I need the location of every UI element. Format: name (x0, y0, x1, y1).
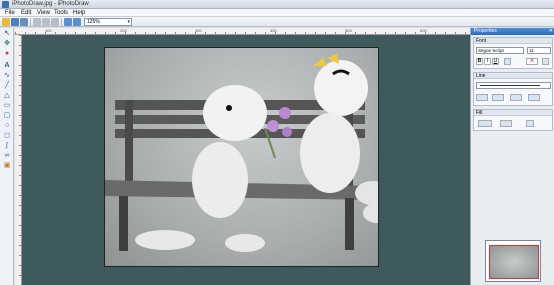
text-style-icon[interactable] (542, 58, 549, 65)
ruler-label: 200 (120, 28, 127, 33)
redo-icon[interactable] (73, 18, 81, 26)
font-family-value: Segoe Script (478, 48, 504, 53)
ruler-label: 100 (45, 28, 52, 33)
horizontal-ruler (15, 28, 470, 35)
font-size-value: 11 (529, 48, 534, 53)
copy-icon[interactable] (42, 18, 50, 26)
bold-button[interactable]: B (476, 58, 483, 65)
figure-leg (363, 203, 378, 223)
menu-tools[interactable]: Tools (54, 10, 68, 16)
line-section-title[interactable]: Line (474, 73, 552, 79)
app-icon (2, 1, 9, 8)
italic-button[interactable]: I (484, 58, 491, 65)
toolbar-separator (61, 18, 62, 26)
flower (267, 120, 279, 132)
menu-help[interactable]: Help (73, 10, 85, 16)
ruler-label: 600 (420, 28, 427, 33)
underline-button[interactable]: U (492, 58, 499, 65)
figure-head (203, 85, 267, 141)
text-tool-icon[interactable]: A (3, 62, 11, 70)
menu-bar: File Edit View Tools Help (0, 9, 554, 17)
curve-tool-icon[interactable]: ∿ (3, 72, 11, 80)
zoom-value: 125% (87, 19, 100, 25)
ellipse-tool-icon[interactable]: ○ (3, 122, 11, 130)
chevron-down-icon: ▾ (127, 19, 130, 25)
color-picker-icon[interactable]: ● (3, 50, 11, 58)
paste-icon[interactable] (51, 18, 59, 26)
pan-tool-icon[interactable]: ✥ (3, 40, 11, 48)
line-tool-icon[interactable]: ╱ (3, 82, 11, 90)
canvas-image[interactable] (104, 47, 379, 267)
window-title: iPhotoDraw.jpg - iPhotoDraw (12, 1, 89, 7)
properties-panel: Properties ✕ Font Segoe Script 11 B I U … (470, 28, 554, 285)
fill-section: Fill (473, 109, 553, 131)
figure-body (192, 142, 248, 218)
tools-panel: ↖ ✥ ● A ∿ ╱ △ ▭ ▢ ○ ◻ ∫ ∞ ▣ (0, 28, 14, 285)
line-dash-icon[interactable] (510, 94, 522, 101)
font-family-select[interactable]: Segoe Script (476, 47, 524, 54)
arrow-style-icon[interactable] (528, 94, 540, 101)
line-style-select[interactable] (476, 82, 551, 89)
menu-file[interactable]: File (5, 10, 15, 16)
callout-tool-icon[interactable]: ◻ (3, 132, 11, 140)
polygon-tool-icon[interactable]: △ (3, 92, 11, 100)
navigator-viewport[interactable] (489, 245, 539, 279)
image-tool-icon[interactable]: ▣ (3, 162, 11, 170)
flower (282, 127, 292, 137)
toolbar: 125% ▾ (0, 17, 554, 27)
figure-eye (226, 105, 232, 111)
close-icon[interactable]: ✕ (549, 28, 553, 35)
zoom-select[interactable]: 125% ▾ (84, 18, 132, 26)
link-tool-icon[interactable]: ∞ (3, 152, 11, 160)
line-width-icon[interactable] (492, 94, 504, 101)
toolbar-separator (30, 18, 31, 26)
bench-leg (119, 196, 128, 251)
vertical-ruler (15, 35, 22, 285)
line-color-icon[interactable] (476, 94, 488, 101)
properties-title: Properties (474, 28, 497, 34)
ruler-label: 400 (270, 28, 277, 33)
rectangle-tool-icon[interactable]: ▭ (3, 102, 11, 110)
title-bar: iPhotoDraw.jpg - iPhotoDraw (0, 0, 554, 9)
open-icon[interactable] (2, 18, 10, 26)
print-icon[interactable] (20, 18, 28, 26)
menu-view[interactable]: View (37, 10, 50, 16)
fill-style-icon[interactable] (500, 120, 512, 127)
figure-head (314, 60, 368, 116)
navigator-thumbnail[interactable] (485, 240, 541, 282)
image-artwork (105, 54, 378, 252)
flower (279, 107, 291, 119)
font-color-button[interactable]: A (526, 58, 538, 65)
figure-leg (135, 230, 195, 250)
figure-body (300, 113, 360, 193)
save-icon[interactable] (11, 18, 19, 26)
fill-color-icon[interactable] (478, 120, 492, 127)
font-section-title[interactable]: Font (474, 38, 552, 44)
fill-section-title[interactable]: Fill (474, 110, 552, 116)
bench-leg (345, 198, 354, 250)
menu-edit[interactable]: Edit (21, 10, 31, 16)
undo-icon[interactable] (64, 18, 72, 26)
cut-icon[interactable] (33, 18, 41, 26)
properties-header: Properties ✕ (471, 28, 554, 35)
font-section: Font Segoe Script 11 B I U A (473, 37, 553, 69)
ruler-label: 300 (195, 28, 202, 33)
rounded-rect-tool-icon[interactable]: ▢ (3, 112, 11, 120)
line-section: Line (473, 72, 553, 106)
font-size-select[interactable]: 11 (527, 47, 551, 54)
select-tool-icon[interactable]: ↖ (3, 30, 11, 38)
ruler-label: 500 (345, 28, 352, 33)
figure-leg (355, 181, 378, 205)
align-icon[interactable] (504, 58, 511, 65)
fill-option-icon[interactable] (526, 120, 534, 127)
figure-leg (225, 234, 265, 252)
freehand-tool-icon[interactable]: ∫ (3, 142, 11, 150)
line-preview (480, 85, 540, 86)
